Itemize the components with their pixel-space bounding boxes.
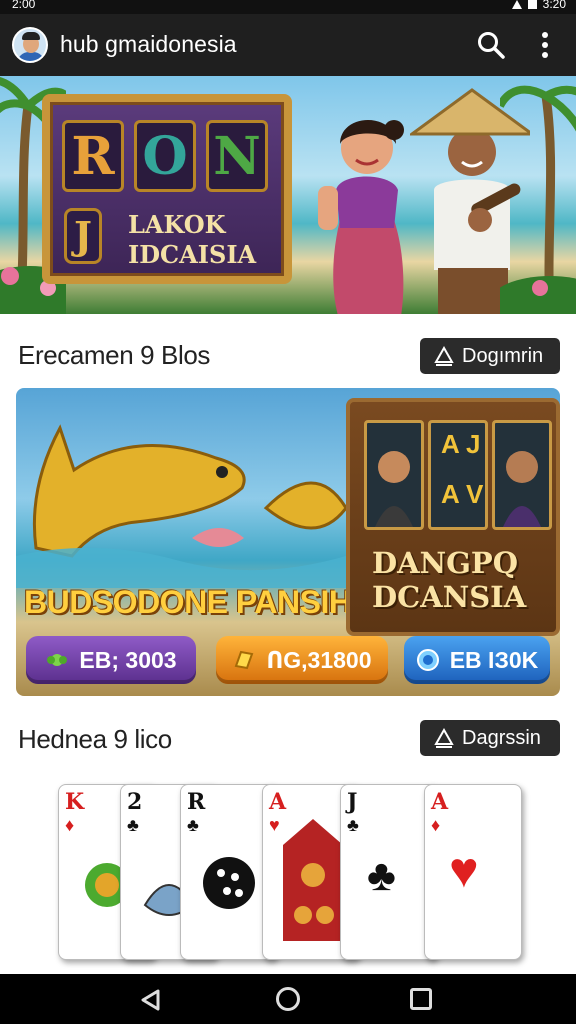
card-rank: R [187,789,206,815]
slot-reel: A J A V [428,420,488,530]
reward-pill-label: EB; 3003 [79,646,177,673]
more-vert-icon[interactable] [532,30,558,60]
reel-letter: R [62,120,124,192]
download-icon [434,728,454,748]
slot-machine: A J A V DANGPQ DCANSIA [346,398,560,636]
app-title: hub gmaidonesia [60,31,237,57]
leaf-icon [47,654,68,666]
heart-icon: ♥ [449,842,479,898]
card-suit: ♥ [269,815,280,835]
section-title: Hednea 9 lico [18,724,172,754]
slot-symbol: V [466,479,484,509]
golden-fish-image [16,424,346,588]
reel-letter: O [134,120,196,192]
playing-cards[interactable]: K ♦ 2 ♣ R ♣ A ♥ J ♣ ♣ A ♦ ♥ [0,776,576,974]
card-suit: ♦ [431,815,441,835]
slot-symbol: J [466,429,481,459]
avatar[interactable] [12,27,48,63]
slot-reel [492,420,552,530]
card-rank: J [347,789,358,815]
slot-reel [364,420,424,530]
home-icon[interactable] [276,987,300,1011]
section-title: Erecamen 9 Blos [18,340,210,370]
slot-symbol: A [441,429,459,459]
download-button-label: Dagrssin [462,726,541,749]
game-banner[interactable]: BUDSODONE PANSIH A J A V DANGPQ DCANSIA … [16,388,560,696]
hero-banner[interactable]: R O N J LAKOK IDCAISIA [0,76,576,314]
status-time: 2:00 [12,0,36,11]
slot-symbol: A [441,479,459,509]
status-icons: 3:20 [511,0,566,11]
card-suit: ♣ [347,815,359,835]
reward-pill-label: ՈG,31800 [266,646,372,673]
blue-coin-icon [416,649,439,671]
card-suit: ♣ [187,815,199,835]
banner-title: BUDSODONE PANSIH [24,584,352,620]
back-icon[interactable] [140,989,162,1011]
gold-bar-icon [235,650,254,670]
playing-card[interactable]: A ♦ ♥ [424,784,522,960]
reward-pill-purple[interactable]: EB; 3003 [26,636,196,684]
reward-pill-orange[interactable]: ՈG,31800 [216,636,388,684]
card-rank: K [65,789,85,815]
signal-icon [511,0,522,9]
download-button[interactable]: Dagrssin [420,720,560,756]
palm-tree-image [500,85,576,314]
card-rank: A [269,789,287,815]
hero-subtitle: LAKOK IDCAISIA [128,210,257,269]
search-icon[interactable] [476,30,506,60]
slot-label: DANGPQ DCANSIA [372,546,527,614]
recent-apps-icon[interactable] [410,988,432,1010]
card-suit: ♦ [65,815,75,835]
status-bar: 2:00 3:20 [0,0,576,14]
download-button-label: Dogımrin [462,344,544,367]
reward-pill-blue[interactable]: EB ΙЗ0K [404,636,550,684]
card-suit: ♣ [127,815,139,835]
reward-pill-label: EB ΙЗ0K [449,646,539,673]
status-right-text: 3:20 [542,0,566,11]
app-bar: hub gmaidonesia [0,14,576,76]
reel-letter: N [206,120,268,192]
woman-character-image [318,120,404,314]
card-rank: A [431,789,449,815]
reel-letter-j: J [64,208,102,264]
system-nav-bar [0,974,576,1024]
hero-sign: R O N J LAKOK IDCAISIA [42,94,292,284]
club-icon: ♣ [367,851,396,900]
download-icon [434,346,454,366]
download-button[interactable]: Dogımrin [420,338,560,374]
battery-icon [527,0,537,9]
card-rank: 2 [127,789,143,815]
